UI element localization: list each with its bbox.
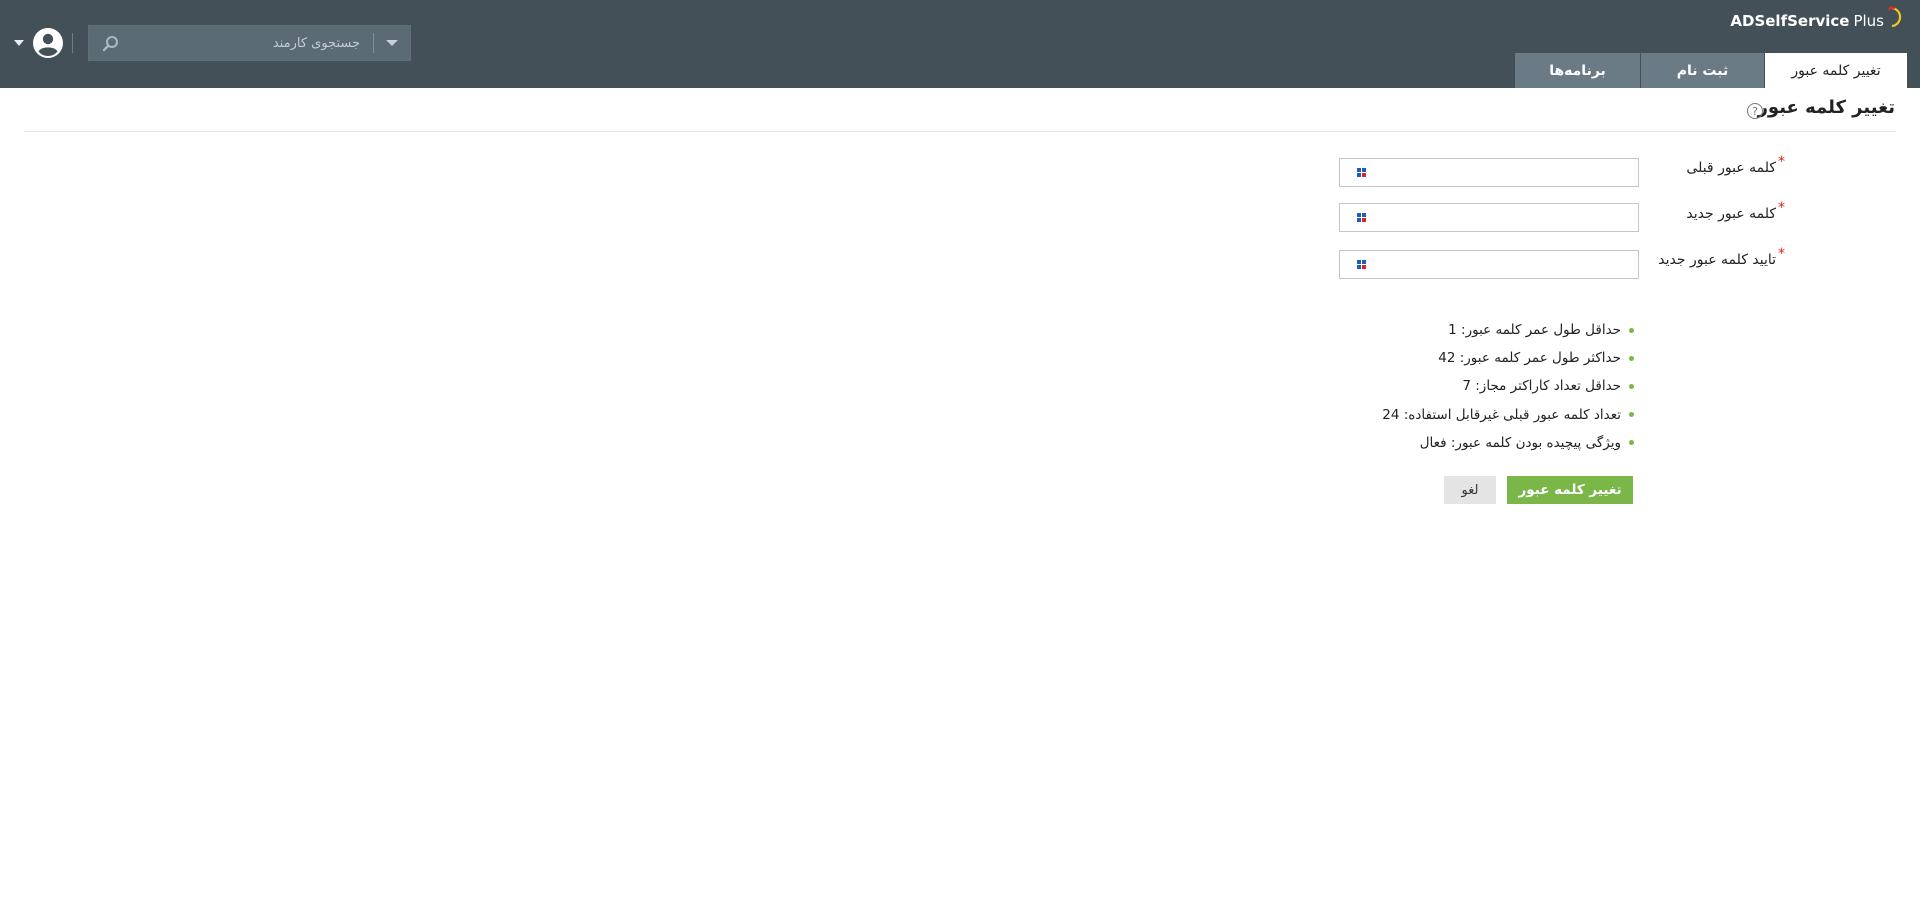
required-mark: *: [1778, 200, 1785, 216]
search-filter-dropdown[interactable]: [374, 26, 410, 60]
new-password-field: [1339, 203, 1639, 232]
chevron-down-icon: [386, 40, 398, 46]
label-text: کلمه عبور جدید: [1686, 206, 1776, 222]
bullet-icon: [1629, 412, 1634, 418]
bullet-icon: [1629, 383, 1634, 389]
policy-text: حداقل تعداد کاراکتر مجاز: 7: [1462, 378, 1621, 395]
policy-item: حداقل طول عمر کلمه عبور: 1: [1382, 316, 1634, 344]
new-password-label: *کلمه عبور جدید: [1686, 200, 1785, 222]
confirm-password-label: *تایید کلمه عبور جدید: [1658, 246, 1785, 268]
label-text: تایید کلمه عبور جدید: [1658, 252, 1776, 268]
change-password-button[interactable]: تغییر کلمه عبور: [1507, 476, 1633, 504]
policy-item: تعداد کلمه عبور قبلی غیرقابل استفاده: 24: [1382, 401, 1634, 429]
policy-text: ویژگی پیچیده بودن کلمه عبور: فعال: [1419, 434, 1621, 451]
main-tabs: تغییر کلمه عبور ثبت نام برنامه‌ها: [1515, 53, 1907, 88]
label-text: کلمه عبور قبلی: [1686, 160, 1776, 176]
policy-text: حداکثر طول عمر کلمه عبور: 42: [1438, 350, 1621, 367]
employee-search: [88, 25, 411, 61]
confirm-password-input[interactable]: [1340, 251, 1638, 278]
title-divider: [24, 131, 1896, 132]
required-mark: *: [1778, 246, 1785, 262]
help-icon[interactable]: ?: [1747, 103, 1763, 119]
tab-label: ثبت نام: [1676, 62, 1729, 79]
new-password-input[interactable]: [1340, 204, 1638, 231]
password-manager-icon[interactable]: [1357, 168, 1367, 177]
tab-enrollment[interactable]: ثبت نام: [1641, 53, 1764, 88]
old-password-field: [1339, 158, 1639, 187]
top-header: ADSelfService Plus تغییر کلمه عبور ثبت ن…: [0, 0, 1920, 88]
policy-text: حداقل طول عمر کلمه عبور: 1: [1448, 322, 1621, 339]
cancel-button[interactable]: لغو: [1444, 476, 1496, 504]
old-password-label: *کلمه عبور قبلی: [1686, 154, 1785, 176]
brand-edition: Plus: [1853, 12, 1884, 30]
bullet-icon: [1629, 440, 1634, 446]
tab-label: تغییر کلمه عبور: [1791, 62, 1881, 79]
header-divider: [72, 33, 73, 53]
confirm-password-field: [1339, 250, 1639, 279]
password-policy-list: حداقل طول عمر کلمه عبور: 1 حداکثر طول عم…: [1382, 316, 1634, 457]
caret-down-icon[interactable]: [14, 40, 24, 46]
arc-logo-icon: [1887, 6, 1902, 28]
brand-name: ADSelfService: [1730, 12, 1850, 30]
page-title: تغییر کلمه عبور: [1757, 97, 1895, 118]
search-icon[interactable]: [101, 34, 121, 54]
tab-change-password[interactable]: تغییر کلمه عبور: [1765, 53, 1907, 88]
user-avatar-icon[interactable]: [32, 27, 64, 59]
bullet-icon: [1629, 327, 1634, 333]
password-manager-icon[interactable]: [1357, 260, 1367, 269]
brand-logo: ADSelfService Plus: [1730, 6, 1902, 30]
policy-item: ویژگی پیچیده بودن کلمه عبور: فعال: [1382, 429, 1634, 457]
password-manager-icon[interactable]: [1357, 213, 1367, 222]
old-password-input[interactable]: [1340, 159, 1638, 186]
policy-text: تعداد کلمه عبور قبلی غیرقابل استفاده: 24: [1382, 406, 1621, 423]
required-mark: *: [1778, 154, 1785, 170]
bullet-icon: [1629, 355, 1634, 361]
tab-label: برنامه‌ها: [1549, 62, 1606, 79]
search-input[interactable]: [125, 26, 370, 60]
policy-item: حداقل تعداد کاراکتر مجاز: 7: [1382, 372, 1634, 400]
policy-item: حداکثر طول عمر کلمه عبور: 42: [1382, 344, 1634, 372]
tab-applications[interactable]: برنامه‌ها: [1515, 53, 1640, 88]
